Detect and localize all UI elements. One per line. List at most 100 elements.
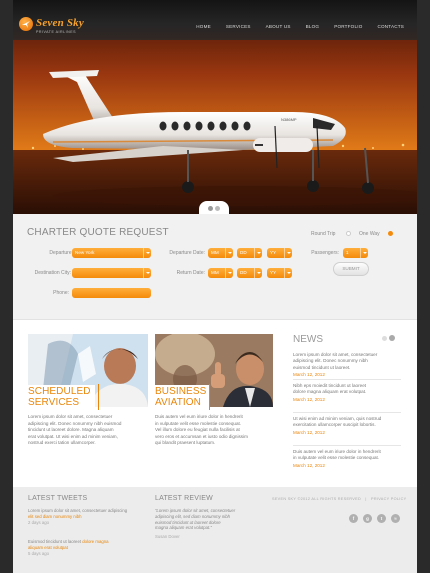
news-text-line: dolore magna aliquam erat volutpat. — [293, 389, 367, 395]
chevron-down-icon — [254, 248, 262, 258]
passengers-label: Passengers: — [311, 250, 339, 256]
destination-city-select[interactable] — [72, 268, 151, 278]
departure-city-select[interactable]: New York — [72, 248, 151, 258]
copyright-text: SEVEN SKY ©2012 ALL RIGHTS RESERVED — [272, 497, 361, 501]
card-title-line: SERVICES — [28, 397, 80, 408]
round-trip-radio[interactable] — [346, 231, 351, 236]
nav-services[interactable]: SERVICES — [226, 24, 251, 29]
privacy-policy-link[interactable]: PRIVACY POLICY — [371, 497, 407, 501]
page: N386MP Seven Sky PRIVATE AIRLINES HOME S… — [13, 0, 417, 573]
tweet: Lorem ipsum dolor sit amet, consectetuer… — [28, 508, 128, 525]
rss-icon[interactable]: ≈ — [391, 514, 400, 523]
divider — [293, 379, 401, 380]
round-trip-label: Round Trip — [311, 231, 336, 237]
copyright: SEVEN SKY ©2012 ALL RIGHTS RESERVED | PR… — [272, 497, 407, 501]
news-date: March 12, 2012 — [293, 429, 325, 435]
footer: LATEST TWEETS Lorem ipsum dolor sit amet… — [13, 487, 417, 573]
slider-dot-active[interactable] — [208, 206, 213, 211]
nav-blog[interactable]: BLOG — [306, 24, 320, 29]
facebook-icon[interactable]: f — [349, 514, 358, 523]
news-item[interactable]: Ut wisi enim ad minim veniam, quis nostr… — [293, 416, 401, 435]
nav-contacts[interactable]: CONTACTS — [377, 24, 404, 29]
news-item[interactable]: Duis autem vel eum iriure dolor in hendr… — [293, 449, 401, 468]
passengers-select[interactable]: 1 — [343, 248, 368, 258]
scheduled-services-text: Lorem ipsum dolor sit amet, consectetuer… — [28, 414, 121, 447]
one-way-label: One Way — [359, 231, 380, 237]
review-line: magna aliquam erat volutpat.” — [155, 525, 212, 531]
tweet-link[interactable]: dolore magna — [82, 539, 108, 544]
accent-bar — [209, 384, 210, 410]
tweet-text: Lorem ipsum dolor sit amet, consectetuer… — [28, 508, 128, 513]
chevron-down-icon — [225, 248, 233, 258]
card-title-line: BUSINESS — [155, 386, 207, 397]
tweet-link[interactable]: elit — [28, 514, 34, 519]
chevron-down-icon — [225, 268, 233, 278]
phone-label: Phone: — [53, 290, 69, 296]
nav-portfolio[interactable]: PORTFOLIO — [334, 24, 362, 29]
chevron-down-icon — [143, 268, 151, 278]
google-plus-icon[interactable]: g — [363, 514, 372, 523]
departure-day-select[interactable]: DD — [237, 248, 262, 258]
main-nav: HOME SERVICES ABOUT US BLOG PORTFOLIO CO… — [181, 24, 404, 29]
phone-field[interactable] — [72, 288, 151, 298]
day-value: DD — [240, 270, 247, 275]
return-year-select[interactable]: YY — [267, 268, 292, 278]
destination-city-label: Destination City: — [34, 270, 71, 276]
latest-review-title: LATEST REVIEW — [155, 495, 213, 502]
news-text-line: in vulputate velit esse molestie consequ… — [293, 455, 380, 461]
news-date: March 12, 2012 — [293, 396, 325, 402]
divider — [293, 445, 401, 446]
twitter-icon[interactable]: t — [377, 514, 386, 523]
logo-icon[interactable] — [19, 17, 33, 31]
month-value: MM — [211, 250, 219, 255]
departure-month-select[interactable]: MM — [208, 248, 233, 258]
tweet-time: 5 days ago — [28, 550, 50, 556]
accent-bar — [98, 384, 99, 410]
tweet-text: Euismod tincidunt ut laoreet — [28, 539, 82, 544]
card-text-line: vero eros et accumsan et iusto odio dign… — [155, 433, 248, 439]
news-date: March 12, 2012 — [293, 462, 325, 468]
departure-year-select[interactable]: YY — [267, 248, 292, 258]
news-item[interactable]: Nibh eps moiedit tincidunt ut laoreet do… — [293, 383, 401, 402]
return-day-select[interactable]: DD — [237, 268, 262, 278]
charter-quote-form: CHARTER QUOTE REQUEST Departure City: Ne… — [13, 214, 417, 319]
departure-city-value: New York — [75, 250, 95, 255]
business-aviation-title[interactable]: BUSINESS AVIATION — [155, 385, 211, 408]
nav-about-us[interactable]: ABOUT US — [266, 24, 291, 29]
chevron-down-icon — [143, 248, 151, 258]
nav-home[interactable]: HOME — [196, 24, 211, 29]
latest-tweets-title: LATEST TWEETS — [28, 495, 88, 502]
aircraft-registration: N386MP — [281, 117, 297, 122]
news-text: Lorem ipsum dolor sit amet, consectetuer… — [293, 352, 401, 371]
brand-name[interactable]: Seven Sky — [36, 17, 84, 29]
slider-pagination — [199, 201, 229, 214]
passengers-value: 1 — [346, 250, 349, 255]
chevron-down-icon — [284, 268, 292, 278]
news-text-line: exercitation ullamcorper suscipit lobort… — [293, 422, 376, 428]
news-date: March 12, 2012 — [293, 371, 325, 377]
news-item[interactable]: Lorem ipsum dolor sit amet, consectetuer… — [293, 352, 401, 377]
return-month-select[interactable]: MM — [208, 268, 233, 278]
news-prev-button[interactable] — [382, 336, 387, 341]
card-text-line: nostrud exerci tation ullamcorper. — [28, 440, 96, 446]
tweet-time: 2 days ago — [28, 519, 50, 525]
year-value: YY — [270, 250, 277, 255]
tweet-link[interactable]: sed diam nonummy nibh — [35, 514, 82, 519]
card-text-line: in vulputate velit esse molestie consequ… — [155, 420, 242, 426]
chevron-down-icon — [360, 248, 368, 258]
submit-button[interactable]: SUBMIT — [333, 262, 369, 276]
scheduled-services-title[interactable]: SCHEDULED SERVICES — [28, 385, 95, 408]
card-text-line: Vel illum dolore eu feugiat nulla facili… — [155, 427, 240, 433]
divider — [293, 412, 401, 413]
card-text-line: qui blandit praesent luptatum. — [155, 440, 216, 446]
review-author: Susan Dover — [155, 534, 180, 539]
news-next-button[interactable] — [389, 335, 395, 341]
quote-title: CHARTER QUOTE REQUEST — [27, 227, 169, 238]
news-text: Nibh eps moiedit tincidunt ut laoreet do… — [293, 383, 401, 396]
news-text-line: euismod tincidunt ut laoreet. — [293, 364, 351, 370]
card-title-line: SCHEDULED — [28, 386, 91, 397]
year-value: YY — [270, 270, 277, 275]
month-value: MM — [211, 270, 219, 275]
slider-dot[interactable] — [215, 206, 220, 211]
one-way-radio[interactable] — [388, 231, 393, 236]
